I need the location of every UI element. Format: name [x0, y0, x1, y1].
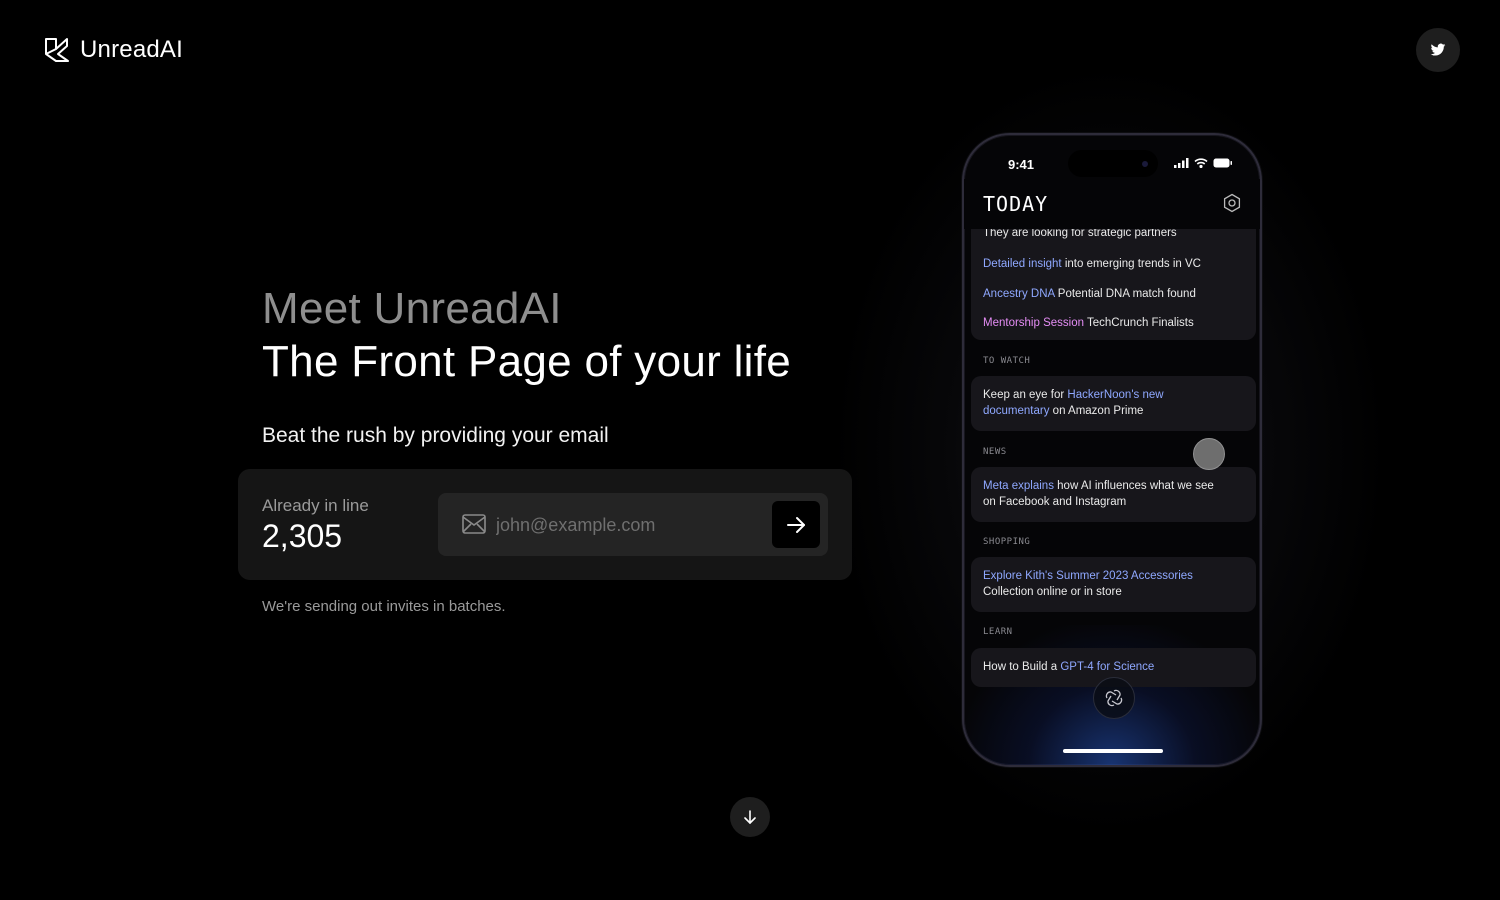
feed-card-to-watch[interactable]: Keep an eye for HackerNoon's new documen…	[971, 376, 1256, 431]
landing-page: UnreadAI Meet UnreadAI The Front Page of…	[0, 0, 1500, 900]
twitter-button[interactable]	[1416, 28, 1460, 72]
feed-highlight[interactable]: Meta explains	[983, 480, 1054, 492]
submit-email-button[interactable]	[772, 501, 820, 548]
feed-line: How to Build a GPT-4 for Science	[983, 659, 1154, 675]
openai-swirl-icon	[1105, 689, 1123, 707]
feed-line: Explore Kith's Summer 2023 Accessories	[983, 568, 1193, 584]
signal-icon	[1174, 158, 1189, 168]
status-icons	[1174, 158, 1233, 168]
feed-line: Meta explains how AI influences what we …	[983, 478, 1214, 494]
queue-label: Already in line	[262, 496, 369, 515]
feed-line-text: Collection online or in store	[983, 586, 1122, 598]
feed-line-text: on Facebook and Instagram	[983, 496, 1127, 508]
feed-highlight[interactable]: Mentorship Session	[983, 317, 1084, 329]
brand[interactable]: UnreadAI	[44, 36, 183, 64]
mail-icon	[462, 514, 486, 534]
section-label-learn: LEARN	[983, 627, 1013, 637]
twitter-icon	[1430, 43, 1446, 56]
feed-line-text: on Amazon Prime	[1049, 405, 1144, 417]
hero-kicker: Meet UnreadAI	[262, 284, 562, 333]
section-label-shopping: SHOPPING	[983, 537, 1031, 547]
feed-highlight[interactable]: Detailed insight	[983, 258, 1062, 270]
signup-card: Already in line 2,305	[238, 469, 852, 580]
phone-mockup: 9:41 TODAY They are looking for strategi…	[962, 133, 1262, 767]
feed-line: Collection online or in store	[983, 584, 1122, 600]
feed-highlight[interactable]: documentary	[983, 405, 1049, 417]
queue-count: 2,305	[262, 518, 343, 554]
arrow-right-icon	[787, 516, 805, 533]
email-field-wrapper	[438, 493, 828, 556]
touch-indicator	[1193, 438, 1225, 470]
feed-line-text: Potential DNA match found	[1054, 288, 1196, 300]
section-label-news: NEWS	[983, 447, 1007, 457]
hero-title: The Front Page of your life	[262, 337, 792, 386]
settings-icon[interactable]	[1222, 193, 1242, 213]
feed-highlight[interactable]: GPT-4 for Science	[1060, 661, 1154, 673]
feed-card-shopping[interactable]: Explore Kith's Summer 2023 Accessories C…	[971, 557, 1256, 612]
feed-line-text: TechCrunch Finalists	[1084, 317, 1194, 329]
brand-name: UnreadAI	[80, 36, 183, 63]
feed-line: Keep an eye for HackerNoon's new	[983, 387, 1164, 403]
hero-subtitle: Beat the rush by providing your email	[262, 424, 609, 447]
arrow-down-icon	[744, 810, 756, 824]
invite-note: We're sending out invites in batches.	[262, 598, 506, 615]
feed-line: Ancestry DNA Potential DNA match found	[983, 286, 1196, 302]
feed-line: on Facebook and Instagram	[983, 494, 1126, 510]
feed-line: documentary on Amazon Prime	[983, 403, 1143, 419]
feed-line: Detailed insight into emerging trends in…	[983, 256, 1201, 272]
camera-dot	[1142, 161, 1148, 167]
feed-line-text: how AI influences what we see	[1053, 480, 1214, 492]
feed-line: Mentorship Session TechCrunch Finalists	[983, 315, 1194, 331]
feed-card-news[interactable]: Meta explains how AI influences what we …	[971, 467, 1256, 522]
feed-highlight[interactable]: Explore Kith's Summer 2023 Accessories	[983, 570, 1193, 582]
wifi-icon	[1194, 158, 1208, 168]
phone-header: TODAY	[964, 179, 1260, 229]
unreadai-logo-icon	[45, 38, 69, 62]
today-title: TODAY	[983, 192, 1049, 216]
battery-icon	[1213, 158, 1232, 168]
email-input[interactable]	[496, 507, 756, 543]
feed-highlight[interactable]: Ancestry DNA	[983, 288, 1055, 300]
feed-line-text: How to Build a	[983, 661, 1061, 673]
feed-line-text: Keep an eye for	[983, 389, 1068, 401]
assistant-button[interactable]	[1093, 677, 1135, 719]
status-time: 9:41	[1008, 157, 1035, 172]
feed-line-text: into emerging trends in VC	[1061, 258, 1201, 270]
section-label-to-watch: TO WATCH	[983, 356, 1031, 366]
scroll-down-button[interactable]	[730, 797, 770, 837]
dynamic-island	[1068, 150, 1158, 177]
feed-highlight[interactable]: HackerNoon's new	[1067, 389, 1163, 401]
home-indicator	[1063, 749, 1163, 753]
